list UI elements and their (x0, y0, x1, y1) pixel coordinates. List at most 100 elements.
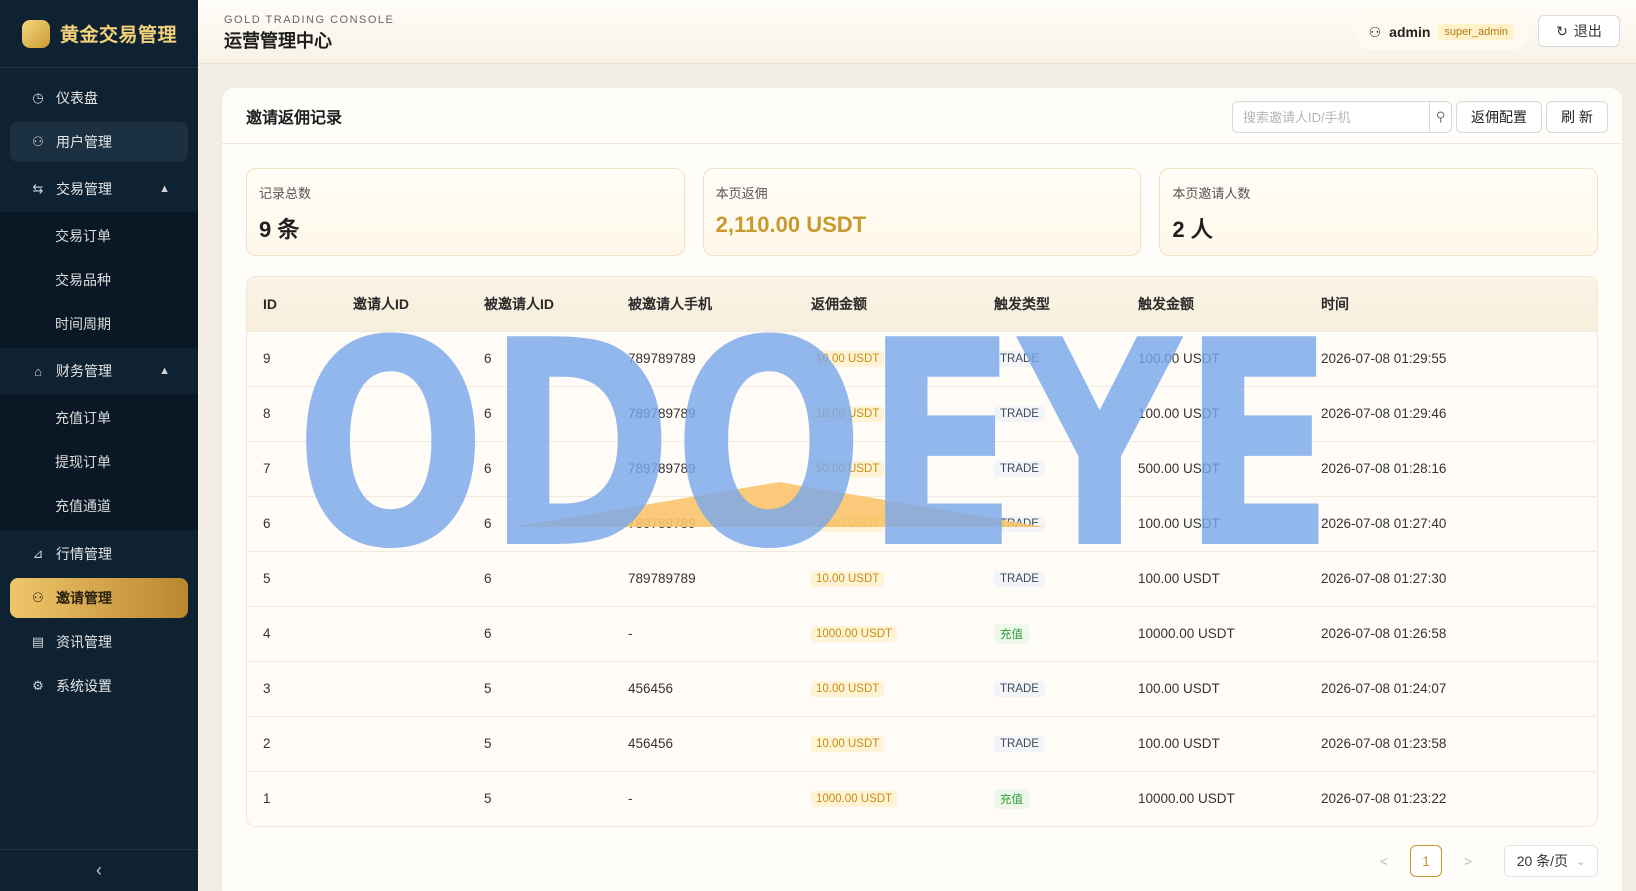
column-header: 时间 (1305, 277, 1597, 331)
sidebar-item-market[interactable]: ⊿ 行情管理 (10, 534, 188, 574)
sidebar-item-users[interactable]: ⚇ 用户管理 (10, 122, 188, 162)
sidebar-item-withdraw-orders[interactable]: 提现订单 (0, 440, 198, 484)
column-header: 触发类型 (978, 277, 1122, 331)
cell-amount: 1000.00 USDT (795, 770, 978, 826)
cell-amount: 10.00 USDT (795, 550, 978, 606)
cell-invitee: 6 (468, 440, 612, 496)
sidebar-item-dashboard[interactable]: ◷ 仪表盘 (10, 78, 188, 118)
sidebar-group-trading[interactable]: ⇆ 交易管理 ▲ (0, 166, 198, 212)
records-table-wrap: ID 邀请人ID 被邀请人ID 被邀请人手机 返佣金额 触发类型 触发金额 时间… (246, 276, 1598, 827)
document-icon: ▤ (31, 634, 45, 649)
search-button[interactable]: ⚲ (1429, 102, 1451, 132)
cell-invitee: 5 (468, 660, 612, 716)
user-icon: ⚇ (1368, 23, 1382, 40)
cell-amount: 1000.00 USDT (795, 605, 978, 661)
chevron-up-icon: ▲ (159, 365, 170, 377)
top-header: GOLD TRADING CONSOLE 运营管理中心 ⚇ admin supe… (198, 0, 1636, 64)
table-row: 6 6 789789789 10.00 USDT TRADE 100.00 USDT 202… (247, 495, 1597, 551)
sidebar-item-trade-orders[interactable]: 交易订单 (0, 214, 198, 258)
sidebar-item-recharge-channels[interactable]: 充值通道 (0, 484, 198, 528)
sidebar-group-finance[interactable]: ⌂ 财务管理 ▲ (0, 348, 198, 394)
prev-page-button[interactable]: < (1372, 853, 1396, 869)
cell-id: 4 (247, 605, 337, 661)
swap-icon: ⇆ (32, 181, 44, 196)
cell-type: TRADE (978, 495, 1122, 551)
cell-time: 2026-07-08 01:29:46 (1305, 385, 1597, 441)
cell-id: 7 (247, 440, 337, 496)
stat-page-rebate: 本页返佣 2,110.00 USDT (702, 168, 1142, 256)
cell-inviter (337, 550, 468, 606)
stat-page-inviters: 本页邀请人数 2 人 (1159, 168, 1599, 256)
refresh-button[interactable]: 刷 新 (1546, 101, 1608, 133)
table-row: 2 5 456456 10.00 USDT TRADE 100.00 USDT 2026-0… (247, 715, 1597, 771)
sidebar-item-recharge-orders[interactable]: 充值订单 (0, 396, 198, 440)
sidebar-item-label: 用户管理 (56, 134, 112, 150)
cell-inviter (337, 660, 468, 716)
cell-invitee: 6 (468, 495, 612, 551)
pagination: < 1 > 20 条/页 ⌄ (1372, 845, 1598, 877)
cell-trigger: 10000.00 USDT (1122, 605, 1305, 661)
rebate-amount-tag: 10.00 USDT (811, 516, 885, 532)
chevron-down-icon: ⌄ (1576, 855, 1586, 868)
cell-trigger: 100.00 USDT (1122, 660, 1305, 716)
cell-type: TRADE (978, 550, 1122, 606)
dashboard-icon: ◷ (32, 90, 44, 105)
cell-time: 2026-07-08 01:27:40 (1305, 495, 1597, 551)
trigger-type-tag: 充值 (994, 788, 1029, 809)
sidebar-item-time-periods[interactable]: 时间周期 (0, 302, 198, 346)
next-page-button[interactable]: > (1456, 853, 1480, 869)
table-row: 9 6 789789789 10.00 USDT TRADE 100.00 USDT 202… (247, 330, 1597, 386)
cell-trigger: 10000.00 USDT (1122, 770, 1305, 826)
trigger-type-tag: TRADE (994, 736, 1045, 752)
stat-value: 2 人 (1172, 217, 1213, 242)
search-icon: ⚲ (1435, 109, 1446, 124)
cell-amount: 10.00 USDT (795, 715, 978, 771)
column-header: ID (247, 277, 337, 331)
cell-invitee: 5 (468, 770, 612, 826)
sidebar-item-news[interactable]: ▤ 资讯管理 (10, 622, 188, 662)
cell-invitee: 6 (468, 385, 612, 441)
cell-phone: 456456 (612, 715, 795, 771)
cell-phone: - (612, 770, 795, 826)
sidebar-submenu-trading: 交易订单 交易品种 时间周期 (0, 212, 198, 348)
panel-header: 邀请返佣记录 ⚲ 返佣配置 刷 新 (222, 88, 1622, 144)
stat-label: 本页返佣 (715, 186, 768, 201)
user-chip[interactable]: ⚇ admin super_admin (1354, 14, 1528, 50)
cell-type: TRADE (978, 715, 1122, 771)
sidebar-item-trade-symbols[interactable]: 交易品种 (0, 258, 198, 302)
logout-button[interactable]: ↻ 退出 (1538, 15, 1620, 47)
brand: 黄金交易管理 (0, 0, 198, 68)
cell-type: TRADE (978, 385, 1122, 441)
sidebar-item-settings[interactable]: ⚙ 系统设置 (10, 666, 188, 706)
cell-phone: 789789789 (612, 385, 795, 441)
cell-id: 9 (247, 330, 337, 386)
trigger-type-tag: TRADE (994, 351, 1045, 367)
sidebar-item-label: 财务管理 (56, 363, 112, 379)
cell-trigger: 100.00 USDT (1122, 385, 1305, 441)
cell-time: 2026-07-08 01:24:07 (1305, 660, 1597, 716)
cell-inviter (337, 330, 468, 386)
sidebar-item-invites[interactable]: ⚇ 邀请管理 (10, 578, 188, 618)
page-number-current[interactable]: 1 (1410, 845, 1442, 877)
sidebar-nav: ◷ 仪表盘 ⚇ 用户管理 ⇆ 交易管理 ▲ 交易订单 交易品种 时间周期 ⌂ 财… (0, 68, 198, 706)
sidebar-item-label: 交易管理 (56, 181, 112, 197)
cell-inviter (337, 770, 468, 826)
cell-phone: 789789789 (612, 330, 795, 386)
search-input[interactable] (1233, 102, 1429, 132)
panel-title: 邀请返佣记录 (246, 109, 343, 127)
page-size-select[interactable]: 20 条/页 ⌄ (1504, 845, 1598, 877)
sidebar-collapse-button[interactable]: ‹ (0, 849, 198, 891)
rebate-config-button[interactable]: 返佣配置 (1456, 101, 1542, 133)
cell-time: 2026-07-08 01:23:58 (1305, 715, 1597, 771)
sidebar-item-label: 行情管理 (56, 546, 112, 562)
table-row: 4 6-1000.00 USDT 充值 10000.00 USDT 2026-07-08… (247, 605, 1597, 661)
search-box: ⚲ (1232, 101, 1452, 133)
logout-icon: ↻ (1556, 22, 1568, 39)
sidebar: 黄金交易管理 ◷ 仪表盘 ⚇ 用户管理 ⇆ 交易管理 ▲ 交易订单 交易品种 时… (0, 0, 198, 891)
cell-invitee: 5 (468, 715, 612, 771)
stat-label: 记录总数 (259, 186, 312, 201)
rebate-amount-tag: 10.00 USDT (811, 681, 885, 697)
cell-amount: 10.00 USDT (795, 385, 978, 441)
cell-amount: 10.00 USDT (795, 660, 978, 716)
sidebar-item-label: 仪表盘 (56, 90, 98, 106)
